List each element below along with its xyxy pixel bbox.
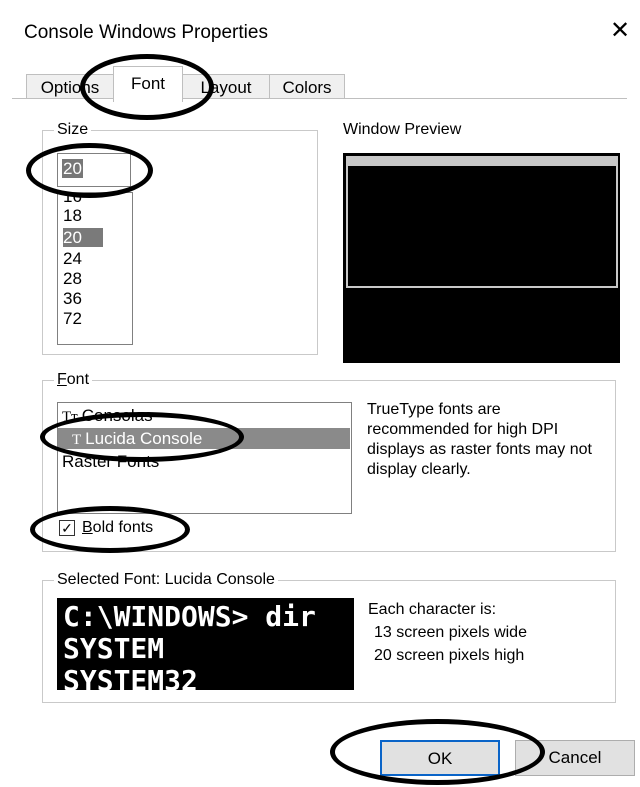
- sample-line: SYSTEM: [63, 632, 165, 665]
- size-list[interactable]: 16 18 20 24 28 36 72 ⌃ ⌄: [57, 192, 133, 345]
- window-preview: [343, 153, 620, 363]
- annotation-oval: [330, 719, 545, 785]
- size-item[interactable]: 18: [63, 206, 103, 225]
- annotation-oval: [80, 54, 214, 120]
- annotation-oval: [40, 412, 244, 462]
- sample-line: SYSTEM32: [63, 664, 198, 691]
- char-width-text: 13 screen pixels wide: [374, 624, 527, 641]
- close-icon[interactable]: ✕: [610, 16, 630, 45]
- sample-line: C:\WINDOWS> dir: [63, 600, 316, 633]
- preview-window-frame: [346, 156, 618, 288]
- tab-colors[interactable]: Colors: [269, 74, 345, 100]
- char-size-info: Each character is: 13 screen pixels wide…: [368, 598, 527, 667]
- preview-label: Window Preview: [343, 121, 462, 138]
- annotation-oval: [30, 506, 190, 553]
- size-item[interactable]: 36: [63, 289, 103, 308]
- preview-title-bar: [348, 158, 616, 166]
- size-item[interactable]: 24: [63, 249, 103, 268]
- annotation-oval: [26, 143, 153, 198]
- size-item[interactable]: 28: [63, 269, 103, 288]
- size-legend: Size: [54, 121, 92, 139]
- font-sample-preview: C:\WINDOWS> dir SYSTEM SYSTEM32: [57, 598, 354, 690]
- char-height-text: 20 screen pixels high: [374, 647, 525, 664]
- char-info-title: Each character is:: [368, 601, 497, 618]
- font-legend: Font: [54, 371, 93, 389]
- window-title: Console Windows Properties: [24, 22, 268, 43]
- selected-font-legend: Selected Font: Lucida Console: [54, 571, 278, 589]
- truetype-info-text: TrueType fonts are recommended for high …: [367, 401, 592, 478]
- size-item[interactable]: 72: [63, 309, 103, 328]
- size-item-selected[interactable]: 20: [63, 228, 103, 247]
